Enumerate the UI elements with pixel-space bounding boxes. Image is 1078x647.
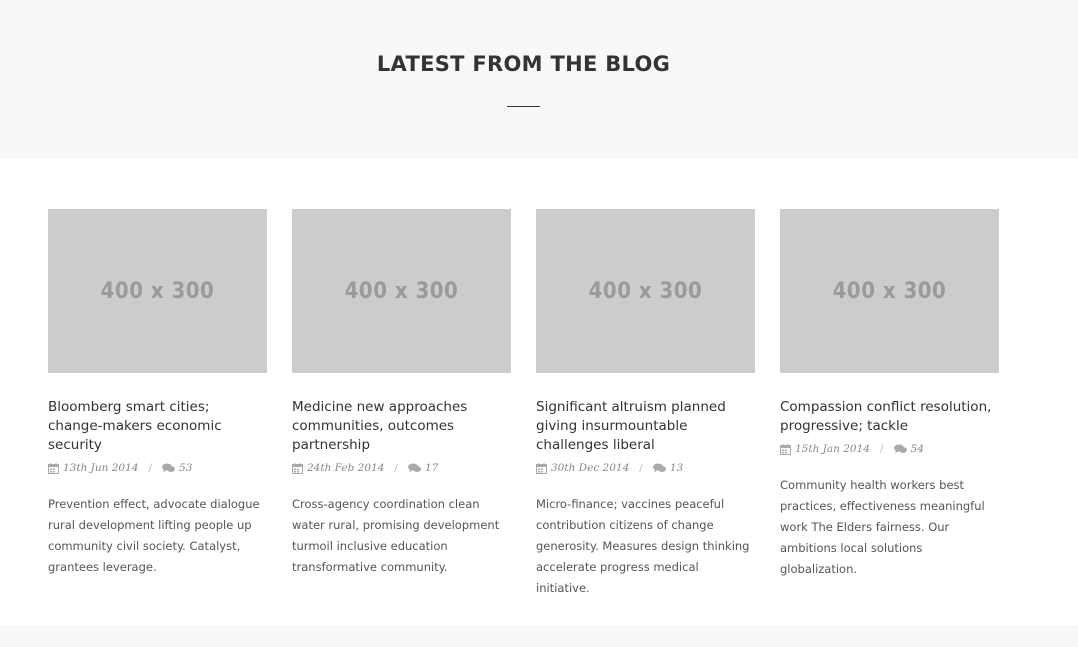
comments-icon bbox=[652, 463, 666, 472]
post-meta: 30th Dec 2014 / 13 bbox=[536, 460, 755, 476]
next-section-band bbox=[0, 625, 1078, 647]
blog-post-card: 400 x 300 Compassion conflict resolution… bbox=[780, 209, 999, 580]
post-excerpt: Micro-finance; vaccines peaceful contrib… bbox=[536, 497, 750, 595]
comment-count[interactable]: 54 bbox=[911, 443, 924, 455]
comments-icon bbox=[407, 463, 421, 472]
meta-separator: / bbox=[879, 443, 884, 455]
post-title-link[interactable]: Bloomberg smart cities; change-makers ec… bbox=[48, 398, 267, 455]
blog-post-card: 400 x 300 Medicine new approaches commun… bbox=[292, 209, 511, 578]
post-title-link[interactable]: Medicine new approaches communities, out… bbox=[292, 398, 511, 455]
placeholder-label: 400 x 300 bbox=[344, 278, 459, 304]
post-meta: 15th Jan 2014 / 54 bbox=[780, 441, 999, 457]
placeholder-label: 400 x 300 bbox=[832, 278, 947, 304]
post-thumbnail[interactable]: 400 x 300 bbox=[292, 209, 511, 373]
meta-separator: / bbox=[148, 462, 153, 474]
post-thumbnail[interactable]: 400 x 300 bbox=[48, 209, 267, 373]
post-excerpt: Cross-agency coordination clean water ru… bbox=[292, 497, 500, 574]
placeholder-label: 400 x 300 bbox=[588, 278, 703, 304]
title-divider bbox=[507, 106, 540, 107]
blog-post-card: 400 x 300 Bloomberg smart cities; change… bbox=[48, 209, 267, 578]
post-excerpt: Community health workers best practices,… bbox=[780, 478, 985, 576]
meta-separator: / bbox=[394, 462, 398, 474]
comment-count[interactable]: 13 bbox=[670, 462, 683, 474]
calendar-icon bbox=[48, 462, 59, 474]
post-excerpt: Prevention effect, advocate dialogue rur… bbox=[48, 497, 260, 574]
post-thumbnail[interactable]: 400 x 300 bbox=[536, 209, 755, 373]
comment-count[interactable]: 17 bbox=[425, 462, 438, 474]
blog-posts-grid: 400 x 300 Bloomberg smart cities; change… bbox=[0, 209, 1078, 595]
post-title-link[interactable]: Compassion conflict resolution, progress… bbox=[780, 398, 999, 436]
post-title-link[interactable]: Significant altruism planned giving insu… bbox=[536, 398, 755, 455]
comments-icon bbox=[162, 463, 176, 472]
placeholder-label: 400 x 300 bbox=[100, 278, 215, 304]
post-date: 24th Feb 2014 bbox=[307, 462, 385, 474]
comments-icon bbox=[893, 444, 907, 453]
post-date: 30th Dec 2014 bbox=[551, 462, 630, 474]
blog-post-card: 400 x 300 Significant altruism planned g… bbox=[536, 209, 755, 599]
post-date: 15th Jan 2014 bbox=[795, 443, 870, 455]
post-meta: 13th Jun 2014 / 53 bbox=[48, 460, 267, 476]
post-date: 13th Jun 2014 bbox=[63, 462, 139, 474]
comment-count[interactable]: 53 bbox=[179, 462, 192, 474]
calendar-icon bbox=[536, 462, 547, 474]
calendar-icon bbox=[780, 443, 791, 455]
post-meta: 24th Feb 2014 / 17 bbox=[292, 460, 511, 476]
meta-separator: / bbox=[639, 462, 643, 474]
post-thumbnail[interactable]: 400 x 300 bbox=[780, 209, 999, 373]
section-title: LATEST FROM THE BLOG bbox=[376, 52, 671, 76]
section-header: LATEST FROM THE BLOG bbox=[0, 0, 1078, 159]
calendar-icon bbox=[292, 462, 303, 474]
